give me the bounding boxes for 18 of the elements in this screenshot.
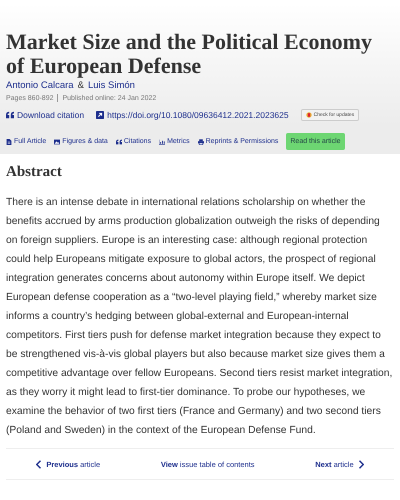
download-citation-link[interactable]: Download citation [17,110,84,120]
abstract-heading: Abstract [6,164,63,181]
quote-icon [6,111,14,119]
printer-icon [198,138,204,144]
chevron-left-icon [36,460,42,468]
author-link[interactable]: Antonio Calcara [6,80,74,91]
chevron-right-icon [358,460,364,468]
document-icon [6,138,12,144]
article-title: Market Size and the Political Economy of European Defense [6,30,374,78]
author-link[interactable]: Luis Simón [88,80,135,91]
author-separator: & [78,80,84,91]
doi-link[interactable]: https://doi.org/10.1080/09636412.2021.2023625 [107,110,289,120]
quote-icon [116,138,122,144]
image-icon [54,138,60,144]
abstract-text: There is an intense debate in international relations scholarship on whether the benefits accrued by arms production globalization outweigh the risks of depending on foreign suppliers. Europe is an interesting case: although regional protection could help Europeans mitigate exposure to global actors, the prospect of regional integration generates concerns about autonomy within Europe itself. We depict European defense cooperation as a “two-level playing field,” whereby market size informs a country’s hedging between global-external and European-internal competitors. First tiers push for defense market integration because they expect to be strengthened vis-à-vis global players but also because market size gives them a competitive advantage over fellow Europeans. Second tiers resist market integration, as they worry it might lead to first-tier dominance. To probe our hypotheses, we examine the behavior of two first tiers (France and Germany) and two second tiers (Poland and Sweden) in the context of the European Defense Fund. [6,196,394,438]
badge-icon [306,112,312,118]
bar-chart-icon [159,138,166,144]
external-link-icon [96,111,104,119]
